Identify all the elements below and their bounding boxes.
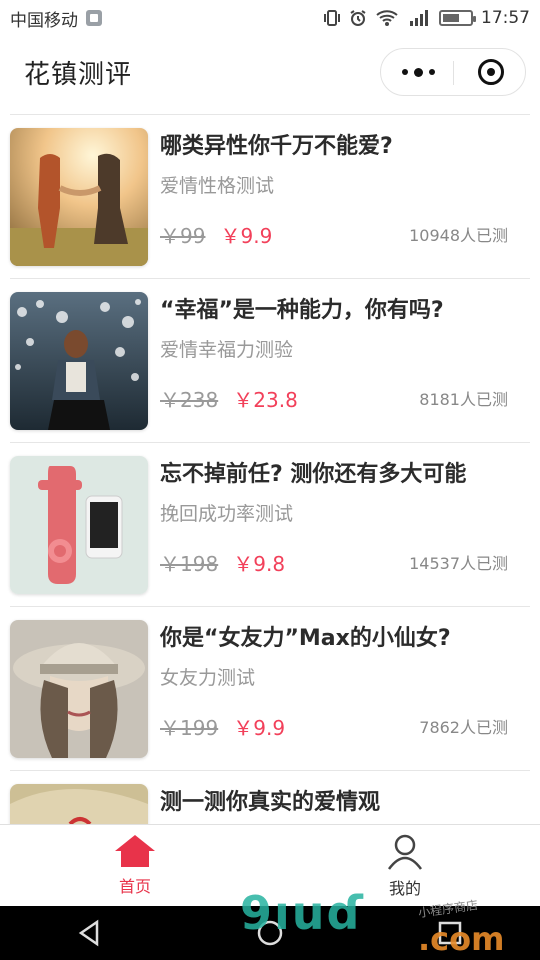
- vibrate-icon: [324, 10, 340, 26]
- page-title: 花镇测评: [24, 59, 133, 90]
- capsule-menu: [380, 48, 526, 96]
- list-item[interactable]: 你是“女友力”Max的小仙女? 女友力测试 ￥199 ￥9.9 7862人已测: [10, 607, 530, 771]
- signal-icon: [410, 10, 428, 26]
- gallery-notification-icon: [86, 10, 102, 26]
- more-options-icon[interactable]: [402, 67, 436, 77]
- original-price: ￥99: [160, 223, 206, 248]
- list-item[interactable]: “幸福”是一种能力，你有吗? 爱情幸福力测验 ￥238 ￥23.8 8181人已…: [10, 279, 530, 443]
- price-row: ￥99 ￥9.9 10948人已测: [160, 219, 508, 249]
- wifi-icon: [376, 10, 398, 26]
- list-item[interactable]: 哪类异性你千万不能爱? 爱情性格测试 ￥99 ￥9.9 10948人已测: [10, 115, 530, 279]
- price-row: ￥198 ￥9.8 14537人已测: [160, 547, 508, 577]
- item-thumbnail: [10, 128, 148, 266]
- original-price: ￥238: [160, 387, 219, 412]
- back-icon[interactable]: [75, 918, 105, 948]
- list-item[interactable]: 忘不掉前任? 测你还有多大可能 挽回成功率测试 ￥198 ￥9.8 14537人…: [10, 443, 530, 607]
- carrier-label: 中国移动: [10, 10, 78, 31]
- price-row: ￥199 ￥9.9 7862人已测: [160, 711, 508, 741]
- item-title: 哪类异性你千万不能爱?: [160, 134, 393, 159]
- item-thumbnail: [10, 620, 148, 758]
- item-thumbnail: [10, 456, 148, 594]
- item-title: 忘不掉前任? 测你还有多大可能: [160, 462, 467, 487]
- item-title: 测一测你真实的爱情观: [160, 790, 381, 815]
- capsule-divider: [453, 61, 454, 85]
- item-thumbnail: [10, 784, 148, 824]
- alarm-icon: [350, 10, 366, 26]
- test-list: 哪类异性你千万不能爱? 爱情性格测试 ￥99 ￥9.9 10948人已测 “幸福…: [0, 108, 540, 824]
- clock-label: 17:57: [481, 8, 530, 28]
- home-icon: [115, 835, 155, 867]
- original-price: ￥198: [160, 551, 219, 576]
- original-price: ￥199: [160, 715, 219, 740]
- sale-price: ￥9.9: [220, 223, 273, 248]
- battery-icon: [439, 10, 476, 26]
- participant-count: 10948人已测: [409, 226, 508, 245]
- tab-home[interactable]: 首页: [0, 825, 270, 906]
- item-subtitle: 挽回成功率测试: [160, 503, 294, 525]
- sale-price: ￥23.8: [233, 387, 298, 412]
- tab-mine-label: 我的: [388, 879, 421, 898]
- item-subtitle: 爱情性格测试: [160, 175, 275, 197]
- tab-home-label: 首页: [118, 877, 151, 896]
- participant-count: 8181人已测: [419, 390, 508, 409]
- sale-price: ￥9.8: [233, 551, 286, 576]
- item-title: “幸福”是一种能力，你有吗?: [160, 298, 444, 323]
- user-icon: [387, 834, 423, 870]
- item-title: 你是“女友力”Max的小仙女?: [160, 626, 451, 651]
- close-miniprogram-icon[interactable]: [477, 59, 504, 85]
- item-subtitle: 爱情幸福力测验: [160, 339, 294, 361]
- navigation-bar: 花镇测评: [0, 36, 540, 108]
- participant-count: 14537人已测: [409, 554, 508, 573]
- list-item[interactable]: 测一测你真实的爱情观: [10, 771, 530, 824]
- item-subtitle: 女友力测试: [160, 667, 256, 689]
- sale-price: ￥9.9: [233, 715, 286, 740]
- status-bar: 中国移动 17:57: [0, 0, 540, 36]
- watermark-domain: .com: [418, 920, 505, 958]
- watermark-logo: 9ıuɗ: [240, 886, 365, 940]
- price-row: ￥238 ￥23.8 8181人已测: [160, 383, 508, 413]
- participant-count: 7862人已测: [419, 718, 508, 737]
- item-thumbnail: [10, 292, 148, 430]
